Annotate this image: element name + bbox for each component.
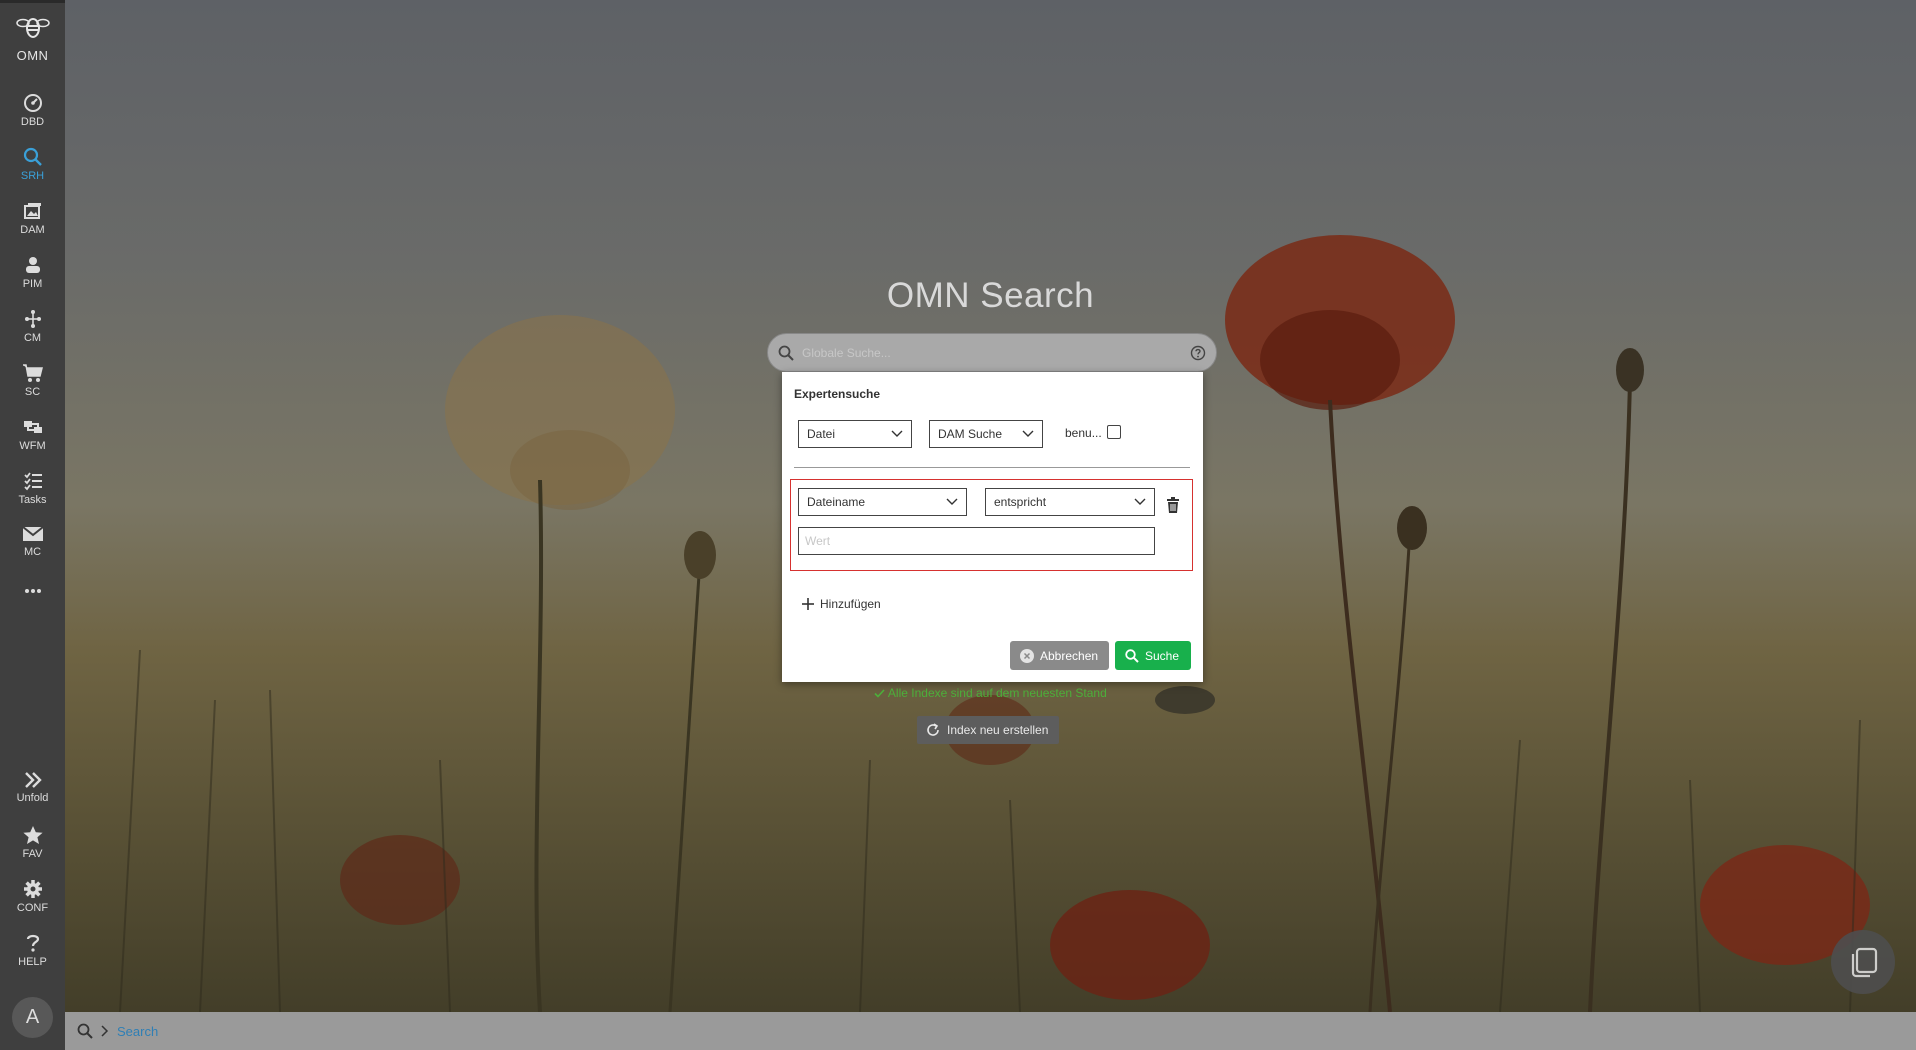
nav-item-label: WFM	[19, 440, 46, 452]
mail-icon	[21, 526, 44, 541]
nav-item-cm[interactable]: CM	[0, 309, 65, 359]
chevron-right-icon	[101, 1025, 109, 1037]
checkbox[interactable]	[1107, 425, 1121, 439]
nav-item-conf[interactable]: CONF	[0, 879, 65, 929]
check-icon	[874, 689, 885, 698]
type-select[interactable]: Datei	[798, 420, 912, 448]
rebuild-index-label: Index neu erstellen	[947, 723, 1049, 737]
chevron-down-icon	[946, 498, 958, 505]
operator-select-value: entspricht	[994, 495, 1047, 509]
nav-item-label: SRH	[20, 170, 45, 182]
search-label: Suche	[1145, 648, 1180, 663]
nav-item-label: DBD	[20, 116, 45, 128]
breadcrumb-current[interactable]: Search	[117, 1024, 158, 1039]
type-select-value: Datei	[807, 427, 836, 441]
value-input[interactable]	[798, 527, 1155, 555]
search-button[interactable]: Suche	[1115, 641, 1191, 670]
nav-item-label: HELP	[18, 956, 47, 968]
field-select-value: Dateiname	[807, 495, 866, 509]
rebuild-index-button[interactable]: Index neu erstellen	[917, 716, 1059, 744]
chevron-down-icon	[1134, 498, 1146, 505]
gear-icon	[23, 880, 42, 898]
nav-item-fav[interactable]: FAV	[0, 825, 65, 875]
refresh-icon	[927, 723, 939, 736]
breadcrumb: Search	[65, 1012, 1916, 1050]
clipboard-button[interactable]	[1831, 930, 1895, 994]
nav-item-label: DAM	[20, 224, 45, 236]
nav-item-dam[interactable]: DAM	[0, 201, 65, 251]
nav-item-label: FAV	[22, 848, 43, 860]
omn-logo[interactable]: OMN	[0, 15, 65, 63]
index-status: Alle Indexe sind auf dem neuesten Stand	[65, 686, 1916, 700]
chevron-down-icon	[1022, 430, 1034, 437]
bee-icon	[15, 18, 50, 38]
side-navigation: OMN DBD SRH DAM PIM CM SC WFM Tasks MC U…	[0, 0, 65, 1050]
plus-icon	[802, 598, 814, 610]
more-icon	[24, 589, 41, 593]
help-circle-icon[interactable]	[1190, 345, 1206, 361]
field-select[interactable]: Dateiname	[798, 488, 967, 516]
divider	[794, 467, 1190, 468]
copy-icon	[1851, 947, 1878, 978]
scope-select-value: DAM Suche	[938, 427, 1003, 441]
page-title: OMN Search	[886, 276, 1095, 315]
user-avatar[interactable]: A	[12, 997, 53, 1038]
dialog-title: Expertensuche	[794, 387, 881, 401]
help-icon	[26, 934, 39, 952]
nav-item-label: CONF	[16, 902, 49, 914]
index-status-text: Alle Indexe sind auf dem neuesten Stand	[887, 686, 1107, 700]
trash-icon[interactable]	[1166, 497, 1180, 514]
unfold-icon	[24, 772, 42, 788]
network-icon	[24, 310, 41, 328]
tasks-icon	[23, 472, 42, 491]
nav-item-pim[interactable]: PIM	[0, 255, 65, 305]
logo-text: OMN	[16, 48, 49, 63]
nav-item-label: PIM	[22, 278, 43, 290]
nav-item-label: Unfold	[16, 792, 49, 804]
cart-icon	[22, 364, 43, 382]
nav-item-srh[interactable]: SRH	[0, 147, 65, 197]
product-icon	[25, 257, 40, 273]
nav-item-mc[interactable]: MC	[0, 525, 65, 575]
global-search-bar	[767, 333, 1217, 372]
nav-item-label: CM	[23, 332, 42, 344]
add-condition-label: Hinzufügen	[820, 597, 881, 611]
nav-item-label: SC	[24, 386, 41, 398]
nav-item-unfold[interactable]: Unfold	[0, 771, 65, 821]
add-condition-button[interactable]: Hinzufügen	[802, 597, 881, 611]
nav-item-help[interactable]: HELP	[0, 933, 65, 983]
workflow-icon	[23, 421, 42, 433]
search-icon	[1125, 648, 1139, 663]
chevron-down-icon	[891, 430, 903, 437]
operator-select[interactable]: entspricht	[985, 488, 1155, 516]
close-circle-icon	[1020, 648, 1034, 663]
cancel-button[interactable]: Abbrechen	[1010, 641, 1109, 670]
nav-item-dbd[interactable]: DBD	[0, 93, 65, 143]
cancel-label: Abbrechen	[1040, 648, 1099, 663]
search-icon	[778, 345, 794, 361]
nav-item-wfm[interactable]: WFM	[0, 417, 65, 467]
checkbox-label: benu...	[1065, 426, 1102, 440]
nav-item-tasks[interactable]: Tasks	[0, 471, 65, 521]
nav-item-label: Tasks	[18, 494, 47, 506]
search-icon	[77, 1023, 93, 1039]
more-button[interactable]	[0, 587, 65, 607]
nav-item-label: MC	[23, 546, 42, 558]
expert-search-dialog: Expertensuche Datei DAM Suche benu... Da…	[782, 372, 1203, 682]
scope-select[interactable]: DAM Suche	[929, 420, 1043, 448]
nav-item-sc[interactable]: SC	[0, 363, 65, 413]
dashboard-icon	[23, 94, 42, 112]
global-search-input[interactable]	[802, 345, 1190, 360]
star-icon	[22, 826, 43, 844]
images-icon	[23, 203, 41, 219]
search-icon	[23, 147, 42, 166]
